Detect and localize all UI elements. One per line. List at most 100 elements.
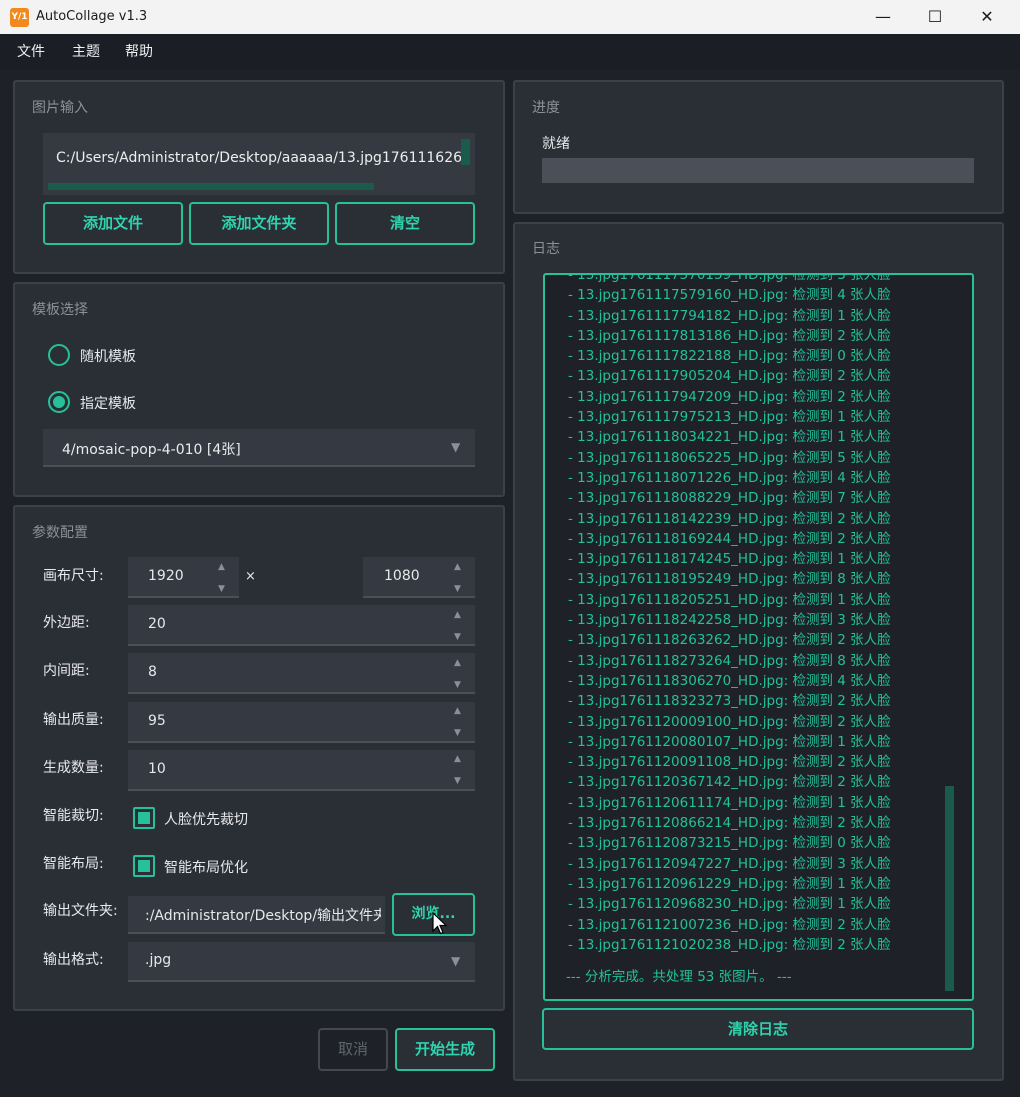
log-line: - 13.jpg1761120611174_HD.jpg: 检测到 1 张人脸 (568, 794, 891, 811)
count-spinbox[interactable] (128, 750, 475, 791)
log-line: - 13.jpg1761118169244_HD.jpg: 检测到 2 张人脸 (568, 530, 891, 547)
log-line: - 13.jpg1761121020238_HD.jpg: 检测到 2 张人脸 (568, 936, 891, 953)
log-line: - 13.jpg1761117813186_HD.jpg: 检测到 2 张人脸 (568, 327, 891, 344)
log-text-area[interactable]: - 13.jpg1761117570159_HD.jpg: 检测到 3 张人脸 -… (543, 273, 974, 1001)
spin-up-icon[interactable]: ▲ (454, 659, 461, 668)
progress-status: 就绪 (542, 136, 570, 152)
image-input-title: 图片输入 (32, 100, 88, 116)
start-generate-button[interactable]: 开始生成 (395, 1028, 495, 1071)
output-folder-label: 输出文件夹: (43, 903, 118, 919)
log-line: - 13.jpg1761118034221_HD.jpg: 检测到 1 张人脸 (568, 429, 891, 446)
log-line: - 13.jpg1761117905204_HD.jpg: 检测到 2 张人脸 (568, 368, 891, 385)
file-list-item[interactable]: C:/Users/Administrator/Desktop/aaaaaa/13… (56, 150, 462, 166)
count-value: 10 (148, 761, 166, 777)
file-list-hscrollbar[interactable] (48, 183, 374, 190)
spin-down-icon[interactable]: ▼ (454, 681, 461, 690)
quality-value: 95 (148, 713, 166, 729)
log-line: - 13.jpg1761117794182_HD.jpg: 检测到 1 张人脸 (568, 307, 891, 324)
menu-file[interactable]: 文件 (17, 34, 45, 70)
log-line: - 13.jpg1761118205251_HD.jpg: 检测到 1 张人脸 (568, 591, 891, 608)
menu-theme[interactable]: 主题 (72, 34, 100, 70)
chevron-down-icon: ▼ (451, 954, 461, 968)
format-label: 输出格式: (43, 952, 104, 968)
radio-selected-dot (53, 396, 65, 408)
app-logo-icon: Y/1 (10, 8, 29, 27)
mouse-cursor-icon (432, 912, 448, 935)
log-line: - 13.jpg1761120968230_HD.jpg: 检测到 1 张人脸 (568, 896, 891, 913)
template-title: 模板选择 (32, 302, 88, 318)
log-line: - 13.jpg1761120009100_HD.jpg: 检测到 2 张人脸 (568, 713, 891, 730)
spin-down-icon[interactable]: ▼ (454, 633, 461, 642)
clear-log-button[interactable]: 清除日志 (542, 1008, 974, 1050)
spin-up-icon[interactable]: ▲ (454, 563, 461, 572)
log-line: - 13.jpg1761120947227_HD.jpg: 检测到 3 张人脸 (568, 855, 891, 872)
spacing-spinbox[interactable] (128, 653, 475, 694)
maximize-button[interactable]: ☐ (909, 0, 961, 34)
random-template-label[interactable]: 随机模板 (80, 346, 136, 366)
spin-up-icon[interactable]: ▲ (454, 707, 461, 716)
menu-help[interactable]: 帮助 (125, 34, 153, 70)
progress-title: 进度 (532, 100, 560, 116)
log-line: - 13.jpg1761118065225_HD.jpg: 检测到 5 张人脸 (568, 449, 891, 466)
log-line: - 13.jpg1761117570159_HD.jpg: 检测到 3 张人脸 (568, 273, 891, 283)
spin-down-icon[interactable]: ▼ (218, 585, 225, 594)
file-list-vscrollbar[interactable] (461, 139, 470, 165)
spin-up-icon[interactable]: ▲ (454, 755, 461, 764)
format-dropdown[interactable] (128, 942, 475, 982)
log-line: - 13.jpg1761120873215_HD.jpg: 检测到 0 张人脸 (568, 835, 891, 852)
spin-down-icon[interactable]: ▼ (454, 777, 461, 786)
canvas-height-value: 1080 (384, 568, 420, 584)
menu-bar (0, 34, 1020, 70)
log-line: - 13.jpg1761117947209_HD.jpg: 检测到 2 张人脸 (568, 388, 891, 405)
add-file-button[interactable]: 添加文件 (43, 202, 183, 245)
cancel-button[interactable]: 取消 (318, 1028, 388, 1071)
output-folder-value: :/Administrator/Desktop/输出文件夹 (145, 908, 381, 924)
log-line: - 13.jpg1761117975213_HD.jpg: 检测到 1 张人脸 (568, 409, 891, 426)
checkbox-checked-mark (138, 812, 150, 824)
close-button[interactable]: ✕ (961, 0, 1013, 34)
log-line: - 13.jpg1761117822188_HD.jpg: 检测到 0 张人脸 (568, 348, 891, 365)
log-lines: - 13.jpg1761117570159_HD.jpg: 检测到 3 张人脸 -… (568, 273, 948, 955)
random-template-radio[interactable] (48, 344, 70, 366)
format-value: .jpg (145, 952, 172, 968)
log-scrollbar[interactable] (945, 786, 954, 991)
spin-down-icon[interactable]: ▼ (454, 585, 461, 594)
log-line: - 13.jpg1761118071226_HD.jpg: 检测到 4 张人脸 (568, 469, 891, 486)
canvas-size-label: 画布尺寸: (43, 568, 104, 584)
smart-layout-option[interactable]: 智能布局优化 (164, 857, 248, 877)
minimize-button[interactable]: — (857, 0, 909, 34)
log-title: 日志 (532, 241, 560, 257)
margin-label: 外边距: (43, 615, 90, 631)
log-line: - 13.jpg1761120080107_HD.jpg: 检测到 1 张人脸 (568, 733, 891, 750)
params-title: 参数配置 (32, 525, 88, 541)
quality-spinbox[interactable] (128, 702, 475, 743)
smart-crop-label: 智能裁切: (43, 808, 104, 824)
quality-label: 输出质量: (43, 712, 104, 728)
log-line: - 13.jpg1761120367142_HD.jpg: 检测到 2 张人脸 (568, 774, 891, 791)
smart-layout-label: 智能布局: (43, 856, 104, 872)
log-line: - 13.jpg1761120961229_HD.jpg: 检测到 1 张人脸 (568, 875, 891, 892)
checkbox-checked-mark (138, 860, 150, 872)
spin-up-icon[interactable]: ▲ (218, 563, 225, 572)
log-line: - 13.jpg1761118088229_HD.jpg: 检测到 7 张人脸 (568, 490, 891, 507)
progress-bar (542, 158, 974, 183)
log-line: - 13.jpg1761118242258_HD.jpg: 检测到 3 张人脸 (568, 612, 891, 629)
log-line: - 13.jpg1761118273264_HD.jpg: 检测到 8 张人脸 (568, 652, 891, 669)
spacing-label: 内间距: (43, 663, 90, 679)
template-dropdown-value: 4/mosaic-pop-4-010 [4张] (62, 442, 241, 458)
smart-crop-option[interactable]: 人脸优先裁切 (164, 809, 248, 829)
log-summary: --- 分析完成。共处理 53 张图片。 --- (566, 969, 792, 985)
log-line: - 13.jpg1761117579160_HD.jpg: 检测到 4 张人脸 (568, 287, 891, 304)
chevron-down-icon: ▼ (451, 440, 461, 454)
log-line: - 13.jpg1761120091108_HD.jpg: 检测到 2 张人脸 (568, 754, 891, 771)
log-line: - 13.jpg1761118306270_HD.jpg: 检测到 4 张人脸 (568, 672, 891, 689)
log-line: - 13.jpg1761118323273_HD.jpg: 检测到 2 张人脸 (568, 693, 891, 710)
clear-button[interactable]: 清空 (335, 202, 475, 245)
spacing-value: 8 (148, 664, 157, 680)
spin-up-icon[interactable]: ▲ (454, 611, 461, 620)
add-folder-button[interactable]: 添加文件夹 (189, 202, 329, 245)
specified-template-label[interactable]: 指定模板 (80, 393, 136, 413)
spin-down-icon[interactable]: ▼ (454, 729, 461, 738)
margin-spinbox[interactable] (128, 605, 475, 646)
window-title: AutoCollage v1.3 (36, 9, 148, 24)
